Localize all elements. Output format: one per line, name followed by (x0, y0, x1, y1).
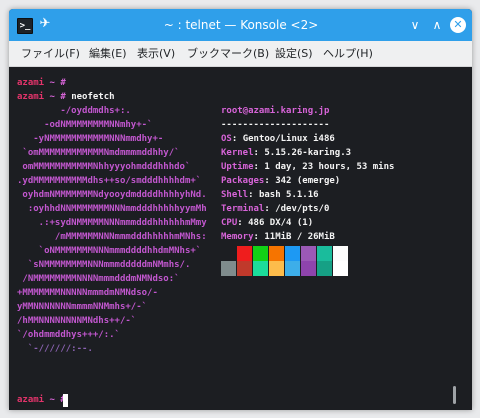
info-value: 342 (emerge) (275, 176, 341, 186)
info-key: Memory (221, 232, 254, 242)
logo-line: /hMMNNNNNNNNMNdhs++/-` (17, 316, 137, 326)
palette-swatch (317, 246, 332, 261)
logo-line: `omMMMMMMMMMMMMNmdmmmmddhhy/` (17, 148, 180, 158)
info-value: bash 5.1.16 (258, 190, 319, 200)
logo-line: `-//////:--. (17, 344, 93, 354)
prompt-tail: ~ # (44, 78, 66, 88)
info-key: Shell (221, 190, 249, 200)
palette-swatch (333, 261, 348, 276)
info-key: CPU (221, 218, 238, 228)
info-value: /dev/pts/0 (275, 204, 330, 214)
logo-line: `/ohdmmddhys+++/:.` (17, 330, 120, 340)
palette-swatch (221, 261, 236, 276)
pin-icon[interactable]: ✈ (38, 15, 52, 33)
prompt-user: azami (17, 78, 45, 88)
info-value: 11MiB / 26MiB (264, 232, 335, 242)
command-line: azami ~ # neofetch (17, 92, 115, 103)
info-key: Uptime (221, 162, 254, 172)
info-sep: : (231, 134, 238, 144)
text-cursor (63, 394, 68, 407)
info-value: Gentoo/Linux i486 (242, 134, 335, 144)
minimize-icon[interactable]: ∨ (407, 17, 423, 33)
window-title: ~ : telnet — Konsole <2> (163, 18, 319, 32)
info-key: OS (221, 134, 232, 144)
palette-swatch (301, 261, 316, 276)
palette-swatch (285, 246, 300, 261)
info-row-packages: Packages: 342 (emerge) (221, 176, 340, 187)
logo-line: .ydMMMMMMMMMMdhs++so/smdddhhhhdm+` (17, 176, 202, 186)
palette-swatch (253, 246, 268, 261)
logo-line: omMMMMMMMMMMMNhhyyyohmdddhhhdo` (17, 162, 191, 172)
info-separator: -------------------- (221, 120, 330, 130)
palette-swatch (317, 261, 332, 276)
info-sep: : (253, 148, 259, 158)
prompt-line: azami ~ # (17, 78, 66, 89)
info-sep: : (264, 204, 270, 214)
info-row-terminal: Terminal: /dev/pts/0 (221, 204, 329, 215)
menu-edit[interactable]: 編集(E) (89, 41, 127, 66)
logo-line: `oNMMMMMMMNNNmmmddddhhdmMNhs+` (17, 246, 202, 256)
logo-line: -odNMMMMMMMMNNmhy+-` (17, 120, 153, 130)
palette-swatch (333, 246, 348, 261)
prompt-user: azami (17, 395, 45, 405)
logo-line: /mMMMMMMNNNmmmdddhhhhhmMNhs: (17, 232, 207, 242)
terminal-output[interactable]: azami ~ # azami ~ # neofetch -/oyddmdhs+… (9, 67, 472, 410)
info-value: 486 DX/4 (1) (248, 218, 314, 228)
info-sep: : (248, 190, 254, 200)
info-row-kernel: Kernel: 5.15.26-karing.3 (221, 148, 351, 159)
user-host: root@azami.karing.jp (221, 106, 330, 116)
command-text: neofetch (65, 92, 115, 102)
palette-swatch (301, 246, 316, 261)
logo-line: .:+sydNMMMMMNNNmmmdddhhhhhhmMmy (17, 218, 207, 228)
menu-help[interactable]: ヘルプ(H) (323, 41, 373, 66)
menu-settings[interactable]: 設定(S) (275, 41, 313, 66)
info-key: Packages (221, 176, 265, 186)
info-sep: : (264, 176, 270, 186)
prompt-user: azami (17, 92, 45, 102)
logo-line: /NMMMMMMMMNNNNmmmdddmNMNdso:` (17, 274, 180, 284)
palette-swatch (253, 261, 268, 276)
menu-bookmarks[interactable]: ブックマーク(B) (187, 41, 269, 66)
terminal-app-icon[interactable]: >_ (17, 18, 33, 34)
info-sep: : (253, 162, 259, 172)
info-row-cpu: CPU: 486 DX/4 (1) (221, 218, 313, 229)
info-value: 5.15.26-karing.3 (264, 148, 352, 158)
info-key: Terminal (221, 204, 265, 214)
info-sep: : (237, 218, 243, 228)
logo-line: `sNMMMMMMMMNNNmmmdddddmNMmhs/. (17, 260, 191, 270)
palette-swatch (285, 261, 300, 276)
info-key: Kernel (221, 148, 254, 158)
logo-line: oyhdmNMMMMMMMNdyooydmddddhhhhyhNd. (17, 190, 207, 200)
palette-swatch (269, 261, 284, 276)
menu-file[interactable]: ファイル(F) (21, 41, 80, 66)
info-value: 1 day, 23 hours, 53 mins (264, 162, 395, 172)
logo-line: yMMNNNNNNNmmmmNNMmhs+/-` (17, 302, 148, 312)
info-row-uptime: Uptime: 1 day, 23 hours, 53 mins (221, 162, 394, 173)
palette-swatch (237, 246, 252, 261)
logo-line: :oyhhdNNMMMMMMMNNNmmdddhhhhhyymMh (17, 204, 207, 214)
menu-bar: ファイル(F) 編集(E) 表示(V) ブックマーク(B) 設定(S) ヘルプ(… (9, 41, 472, 67)
info-row-os: OS: Gentoo/Linux i486 (221, 134, 335, 145)
info-row-shell: Shell: bash 5.1.16 (221, 190, 319, 201)
scrollbar-handle[interactable] (453, 386, 456, 404)
menu-view[interactable]: 表示(V) (137, 41, 175, 66)
logo-line: -yNMMMMMMMMMMMNNNmmdhy+- (17, 134, 164, 144)
palette-swatch (269, 246, 284, 261)
info-sep: : (253, 232, 259, 242)
close-icon[interactable]: ✕ (450, 17, 466, 33)
logo-line: -/oyddmdhs+:. (17, 106, 131, 116)
konsole-window: >_ ✈ ~ : telnet — Konsole <2> ∨ ∧ ✕ ファイル… (9, 9, 472, 410)
maximize-icon[interactable]: ∧ (429, 17, 445, 33)
palette-swatch (237, 261, 252, 276)
title-bar[interactable]: >_ ✈ ~ : telnet — Konsole <2> ∨ ∧ ✕ (9, 9, 472, 41)
final-prompt-line: azami ~ # (17, 395, 66, 406)
prompt-tail: ~ # (44, 92, 66, 102)
palette-swatch (221, 246, 236, 261)
info-row-memory: Memory: 11MiB / 26MiB (221, 232, 335, 243)
logo-line: +MMMMMMMNNNNNmmmdmNMNdso/- (17, 288, 158, 298)
